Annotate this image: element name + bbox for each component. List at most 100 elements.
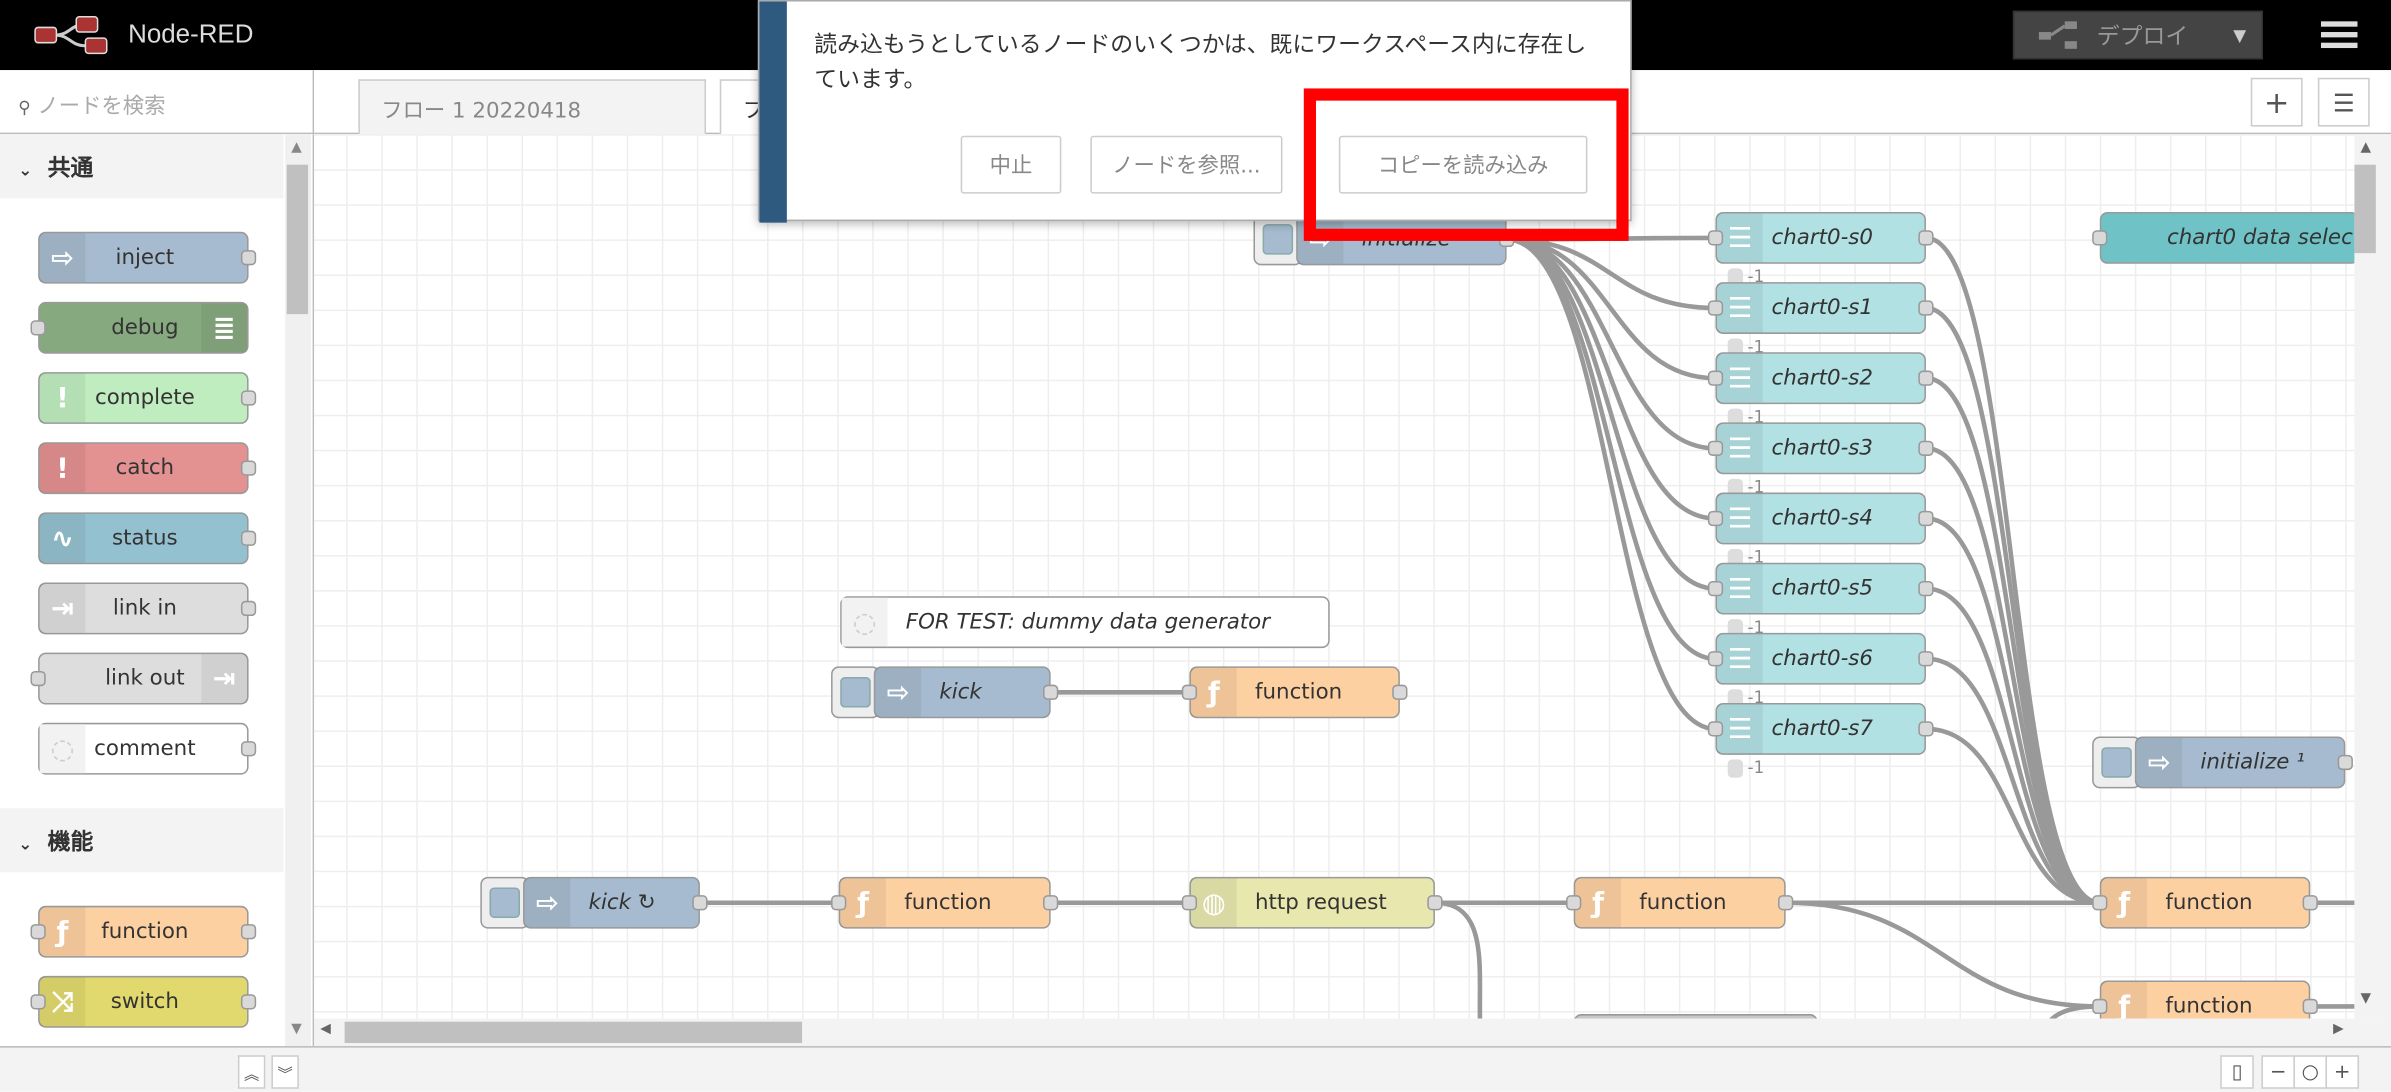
inject-trigger-button[interactable] <box>480 876 530 929</box>
wire[interactable] <box>1925 726 2100 906</box>
comment-node[interactable]: ◌ FOR TEST: dummy data generator <box>840 596 1330 649</box>
chart-node[interactable]: ☰ chart0-s4 <box>1707 492 1934 545</box>
scroll-left-icon[interactable]: ◀ <box>320 1022 331 1037</box>
palette-node-function[interactable]: ƒ function <box>30 905 257 958</box>
output-port[interactable] <box>692 895 708 911</box>
function-node[interactable]: ƒ function <box>2092 876 2318 929</box>
output-port[interactable] <box>1427 895 1443 911</box>
output-port[interactable] <box>2337 754 2353 771</box>
chevron-up-double-icon[interactable]: ︽ <box>237 1055 266 1089</box>
palette-node-complete[interactable]: ! complete <box>38 372 257 424</box>
output-port[interactable] <box>1918 300 1934 316</box>
wire[interactable] <box>1506 237 1716 591</box>
workspace-canvas[interactable]: ⇨ initialize ☰ chart0-s0 -1 ☰ chart0-s1 -1 ☰ char… <box>314 134 2355 1019</box>
inject-node[interactable]: ⇨ kick <box>873 666 1059 719</box>
horizontal-scrollbar[interactable]: ◀ ▶ <box>314 1018 2391 1047</box>
output-port[interactable] <box>1918 230 1934 246</box>
input-port[interactable] <box>2092 895 2108 911</box>
vertical-scrollbar[interactable]: ▲ ▼ <box>2354 134 2391 1019</box>
output-port[interactable] <box>240 600 257 617</box>
palette-section-header[interactable]: ⌄ 機能 <box>0 808 284 873</box>
output-port[interactable] <box>240 741 257 757</box>
output-port[interactable] <box>1918 440 1934 456</box>
output-port[interactable] <box>1778 895 1794 911</box>
inject-trigger-button[interactable] <box>2092 736 2141 789</box>
scroll-down-icon[interactable]: ▼ <box>291 1022 302 1037</box>
hamburger-menu-icon[interactable] <box>2320 18 2358 52</box>
map-icon[interactable]: ▯ <box>2220 1055 2254 1089</box>
chart-node[interactable]: ☰ chart0-s0 <box>1707 211 1934 264</box>
output-port[interactable] <box>240 924 257 940</box>
chart-node[interactable]: ☰ chart0-s5 <box>1707 562 1934 615</box>
scroll-up-icon[interactable]: ▲ <box>2361 140 2372 155</box>
deploy-button[interactable]: デプロイ ▼ <box>2012 10 2263 60</box>
output-port[interactable] <box>1043 895 1059 911</box>
chart-node[interactable]: ☰ chart0-s7 <box>1707 702 1934 755</box>
palette-scroll-thumb[interactable] <box>286 164 309 315</box>
chart-node[interactable]: ☰ chart0-s6 <box>1707 632 1934 685</box>
wire[interactable] <box>1506 237 1716 732</box>
input-port[interactable] <box>1181 895 1198 911</box>
view-nodes-button[interactable]: ノードを参照... <box>1090 135 1283 194</box>
palette-node-catch[interactable]: ! catch <box>38 442 257 495</box>
scroll-up-icon[interactable]: ▲ <box>291 140 302 155</box>
input-port[interactable] <box>30 670 46 687</box>
circle-icon[interactable]: ○ <box>2293 1055 2327 1089</box>
function-node[interactable]: ƒ function <box>1181 666 1408 719</box>
palette-node-status[interactable]: ∿ status <box>38 512 257 565</box>
output-port[interactable] <box>1392 684 1408 700</box>
palette-node-comment[interactable]: ◌ comment <box>38 722 257 775</box>
function-node[interactable]: ƒ function <box>2092 980 2318 1019</box>
output-port[interactable] <box>240 250 257 266</box>
inject-node[interactable]: ⇨ kick ↻ <box>523 876 708 929</box>
dropdown-node[interactable]: ☰chart0 data selec <box>2092 211 2355 264</box>
wire[interactable] <box>1925 375 2101 906</box>
input-port[interactable] <box>2092 998 2108 1015</box>
vertical-scroll-thumb[interactable] <box>2354 164 2376 254</box>
input-port[interactable] <box>30 994 46 1010</box>
palette-node-switch[interactable]: ⤨ switch <box>30 975 257 1028</box>
output-port[interactable] <box>1918 651 1934 667</box>
inject-node[interactable]: ⇨ initialize ¹ <box>2134 736 2353 789</box>
function-node[interactable]: ƒ function <box>831 876 1059 929</box>
wire[interactable] <box>1506 237 1716 381</box>
chart-node[interactable]: ☰ chart0-s2 <box>1707 352 1934 405</box>
function-node[interactable]: ƒ function <box>1566 876 1794 929</box>
input-port[interactable] <box>1707 300 1724 316</box>
output-port[interactable] <box>240 390 257 406</box>
output-port[interactable] <box>1918 580 1934 597</box>
chevron-down-double-icon[interactable]: ︾ <box>271 1055 299 1089</box>
input-port[interactable] <box>30 320 46 336</box>
palette-node-inject[interactable]: ⇨ inject <box>38 231 257 284</box>
chart-node[interactable]: ☰ chart0-s1 <box>1707 282 1934 334</box>
scroll-down-icon[interactable]: ▼ <box>2361 991 2372 1006</box>
output-port[interactable] <box>1918 510 1934 527</box>
input-port[interactable] <box>1707 230 1724 246</box>
input-port[interactable] <box>1707 651 1724 667</box>
tab-flow-1[interactable]: フロー 1 20220418 <box>358 79 707 135</box>
palette-node-link-out[interactable]: ⇥ link out <box>30 652 249 705</box>
input-port[interactable] <box>30 924 46 940</box>
wire[interactable] <box>1785 900 2100 1009</box>
flow-list-button[interactable]: ☰ <box>2317 77 2370 127</box>
output-port[interactable] <box>2302 895 2318 911</box>
output-port[interactable] <box>240 460 257 476</box>
deploy-dropdown-icon[interactable]: ▼ <box>2233 25 2246 45</box>
palette-node-debug[interactable]: ≣ debug <box>30 301 249 354</box>
minus-icon[interactable]: − <box>2261 1055 2295 1089</box>
chart-node[interactable]: ☰ chart0-s3 <box>1707 422 1934 475</box>
wire[interactable] <box>1925 235 2101 906</box>
palette-scrollbar[interactable]: ▲ ▼ <box>285 134 312 1047</box>
palette-section-header[interactable]: ⌄ 共通 <box>0 134 284 199</box>
output-port[interactable] <box>1918 370 1934 386</box>
http-node[interactable]: ◍ http request <box>1181 876 1443 929</box>
wire[interactable] <box>1925 446 2100 906</box>
add-flow-button[interactable]: + <box>2250 77 2303 127</box>
input-port[interactable] <box>1181 684 1198 700</box>
input-port[interactable] <box>1707 721 1724 737</box>
horizontal-scroll-thumb[interactable] <box>344 1021 803 1044</box>
output-port[interactable] <box>2302 998 2318 1015</box>
input-port[interactable] <box>2092 230 2108 246</box>
wire[interactable] <box>1982 1004 2100 1019</box>
output-port[interactable] <box>240 994 257 1010</box>
